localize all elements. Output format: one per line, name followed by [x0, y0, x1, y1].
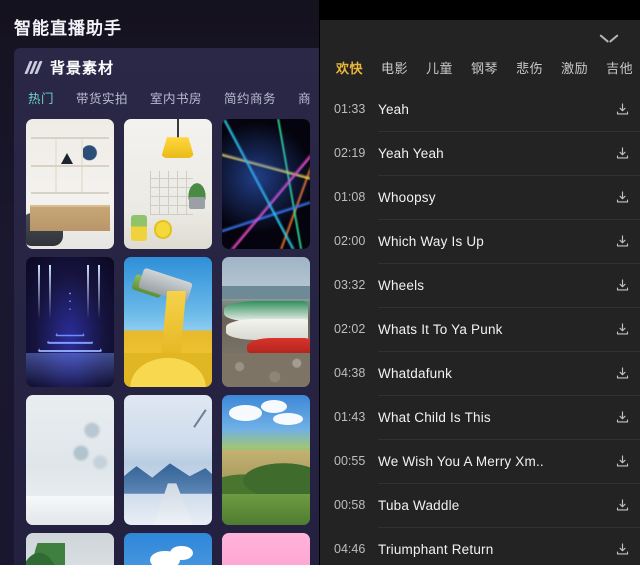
song-row[interactable]: 00:58 Tuba Waddle — [320, 483, 640, 527]
category-tab-3[interactable]: 简约商务 — [224, 88, 276, 107]
background-thumbnail-snowy-mountain-road[interactable] — [124, 395, 212, 525]
song-title: Whats It To Ya Punk — [378, 321, 503, 337]
song-title: What Child Is This — [378, 409, 491, 425]
song-title: We Wish You A Merry Xm.. — [378, 453, 544, 469]
song-title: Yeah Yeah — [378, 145, 444, 161]
background-section-card: 背景素材 热门 带货实拍 室内书房 简约商务 商 — [14, 48, 319, 565]
song-duration: 04:38 — [334, 366, 366, 380]
thumbnail-art — [124, 119, 212, 249]
music-library-panel: 欢快 电影 儿童 钢琴 悲伤 激励 吉他 01:33 Yeah 02:19 Yeah Yeah 01… — [320, 0, 640, 565]
download-icon[interactable] — [604, 322, 640, 337]
thumbnail-art — [222, 119, 310, 249]
background-thumbnail-beached-fishing-boats[interactable] — [222, 257, 310, 387]
thumbnail-art — [124, 257, 212, 387]
chevron-down-icon[interactable] — [599, 34, 619, 44]
song-title: Whoopsy — [378, 189, 436, 205]
song-row[interactable]: 04:46 Triumphant Return — [320, 527, 640, 565]
mood-tab-4[interactable]: 悲伤 — [516, 58, 543, 77]
section-title: 背景素材 — [50, 60, 115, 77]
song-row[interactable]: 03:32 Wheels — [320, 263, 640, 307]
song-title: Yeah — [378, 101, 410, 117]
category-tab-4[interactable]: 商 — [298, 88, 311, 107]
mood-tab-6[interactable]: 吉他 — [606, 58, 633, 77]
background-thumbnail-pink-gradient[interactable] — [222, 533, 310, 565]
background-material-panel: 智能直播助手 背景素材 热门 带货实拍 室内书房 简约商务 商 — [0, 0, 320, 565]
background-thumbnail-frosted-winter-trees[interactable] — [26, 395, 114, 525]
category-tab-bar[interactable]: 热门 带货实拍 室内书房 简约商务 商 — [14, 78, 319, 115]
song-row[interactable]: 02:02 Whats It To Ya Punk — [320, 307, 640, 351]
mood-tab-3[interactable]: 钢琴 — [471, 58, 498, 77]
category-tab-1[interactable]: 带货实拍 — [76, 88, 128, 107]
song-duration: 02:19 — [334, 146, 366, 160]
background-thumbnail-neon-light-streaks[interactable] — [222, 119, 310, 249]
song-title: Tuba Waddle — [378, 497, 460, 513]
download-icon[interactable] — [604, 454, 640, 469]
background-thumbnail-yellow-lamp-kitchen[interactable] — [124, 119, 212, 249]
thumbnail-art — [26, 395, 114, 525]
diagonal-slashes-icon — [24, 61, 43, 74]
mood-tab-0[interactable]: 欢快 — [336, 58, 363, 77]
top-black-strip — [320, 0, 640, 20]
download-icon[interactable] — [604, 146, 640, 161]
background-thumbnail-neon-triangle-tunnel[interactable] — [26, 257, 114, 387]
download-icon[interactable] — [604, 542, 640, 557]
song-title: Wheels — [378, 277, 425, 293]
download-icon[interactable] — [604, 410, 640, 425]
song-title: Whatdafunk — [378, 365, 453, 381]
thumbnail-art — [26, 119, 114, 249]
download-icon[interactable] — [604, 278, 640, 293]
download-icon[interactable] — [604, 190, 640, 205]
thumbnail-art — [124, 533, 212, 565]
song-duration: 00:55 — [334, 454, 366, 468]
download-icon[interactable] — [604, 366, 640, 381]
song-duration: 02:00 — [334, 234, 366, 248]
background-thumbnail-shelving-study-room[interactable] — [26, 119, 114, 249]
download-icon[interactable] — [604, 498, 640, 513]
mood-tab-5[interactable]: 激励 — [561, 58, 588, 77]
download-icon[interactable] — [604, 102, 640, 117]
song-duration: 04:46 — [334, 542, 366, 556]
category-tab-0[interactable]: 热门 — [28, 88, 54, 107]
song-title: Triumphant Return — [378, 541, 494, 557]
song-duration: 00:58 — [334, 498, 366, 512]
song-list: 01:33 Yeah 02:19 Yeah Yeah 01:08 Whoopsy 02:00… — [320, 87, 640, 565]
song-duration: 01:08 — [334, 190, 366, 204]
mood-tab-1[interactable]: 电影 — [381, 58, 408, 77]
song-title: Which Way Is Up — [378, 233, 485, 249]
thumbnail-art — [124, 395, 212, 525]
music-panel-body: 欢快 电影 儿童 钢琴 悲伤 激励 吉他 01:33 Yeah 02:19 Yeah Yeah 01… — [320, 20, 640, 565]
app-screen: 智能直播助手 背景素材 热门 带货实拍 室内书房 简约商务 商 欢快 电影 儿童 钢琴 悲伤 激励… — [0, 0, 640, 565]
thumbnail-art — [222, 395, 310, 525]
mood-tab-2[interactable]: 儿童 — [426, 58, 453, 77]
song-row[interactable]: 00:55 We Wish You A Merry Xm.. — [320, 439, 640, 483]
thumbnail-art — [26, 533, 114, 565]
app-title: 智能直播助手 — [14, 19, 122, 38]
category-tab-2[interactable]: 室内书房 — [150, 88, 202, 107]
song-row[interactable]: 04:38 Whatdafunk — [320, 351, 640, 395]
collapse-row[interactable] — [320, 20, 640, 58]
mood-tab-bar[interactable]: 欢快 电影 儿童 钢琴 悲伤 激励 吉他 — [320, 58, 640, 87]
thumbnail-art — [26, 257, 114, 387]
song-duration: 01:43 — [334, 410, 366, 424]
background-thumbnail-green-foliage-clouds[interactable] — [26, 533, 114, 565]
song-row[interactable]: 01:33 Yeah — [320, 87, 640, 131]
song-duration: 02:02 — [334, 322, 366, 336]
thumbnail-art — [222, 533, 310, 565]
song-row[interactable]: 01:08 Whoopsy — [320, 175, 640, 219]
background-thumbnail-blue-sky-clouds[interactable] — [124, 533, 212, 565]
section-header: 背景素材 — [14, 48, 319, 78]
song-row[interactable]: 02:19 Yeah Yeah — [320, 131, 640, 175]
song-row[interactable]: 02:00 Which Way Is Up — [320, 219, 640, 263]
song-duration: 01:33 — [334, 102, 366, 116]
download-icon[interactable] — [604, 234, 640, 249]
background-thumbnail-green-countryside-hills[interactable] — [222, 395, 310, 525]
song-duration: 03:32 — [334, 278, 366, 292]
song-row[interactable]: 01:43 What Child Is This — [320, 395, 640, 439]
background-thumbnail-corn-harvest-pour[interactable] — [124, 257, 212, 387]
thumbnail-art — [222, 257, 310, 387]
background-thumbnail-grid — [14, 115, 319, 565]
